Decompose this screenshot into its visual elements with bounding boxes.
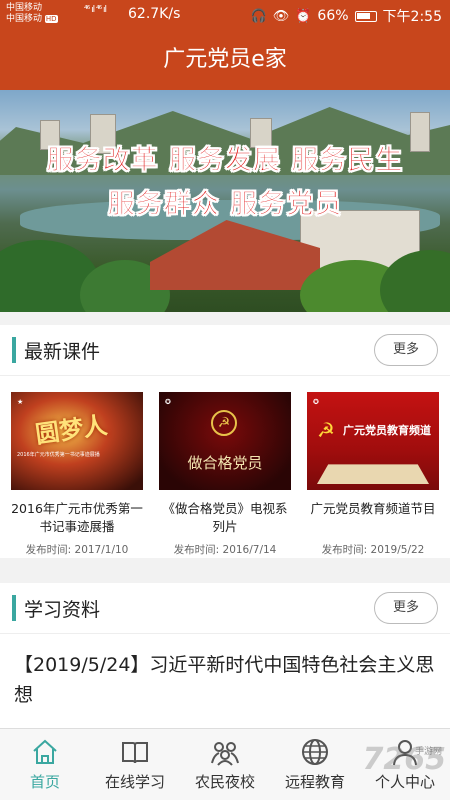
banner-slogan-1: 服务改革 服务发展 服务民生 xyxy=(46,145,404,177)
course-card-2[interactable]: ✪ ☭ 做合格党员 《做合格党员》电视系列片 发布时间: 2016/7/14 xyxy=(159,392,291,557)
courses-header: 最新课件 更多 xyxy=(0,325,450,375)
tab-label: 在线学习 xyxy=(104,773,165,791)
tab-label: 首页 xyxy=(29,773,60,791)
carrier-1: 中国移动 xyxy=(6,3,43,13)
list-item[interactable]: 【2019/5/24】习近平新时代中国特色社会主义思想 xyxy=(14,650,438,710)
headphone-icon: 🎧 xyxy=(250,8,267,24)
section-accent-bar xyxy=(12,595,16,621)
network-speed: 62.7K/s xyxy=(128,6,181,22)
eye-icon: 👁 xyxy=(272,8,290,24)
channel-logo-icon: ✪ xyxy=(165,398,171,406)
thumbnail-calligraphy: 圆梦人 xyxy=(33,410,109,449)
globe-icon xyxy=(302,739,328,765)
status-bar: 中国移动 中国移动 HD ⁴⁶ ıl ⁴⁶ ıl 62.7K/s 🎧 👁 ⏰ 6… xyxy=(0,0,450,30)
clock: 下午2:55 xyxy=(382,9,442,25)
materials-more-button[interactable]: 更多 xyxy=(374,592,438,624)
courses-title: 最新课件 xyxy=(24,341,101,363)
tab-night-school[interactable]: 农民夜校 xyxy=(180,729,270,800)
course-thumbnail[interactable]: ✪ ☭ 广元党员教育频道 xyxy=(307,392,439,490)
course-card-1[interactable]: ★ 圆梦人 2016年广元市优秀第一书记事迹展播 2016年广元市优秀第一书记事… xyxy=(11,392,143,557)
courses-more-button[interactable]: 更多 xyxy=(374,334,438,366)
tab-online-learning[interactable]: 在线学习 xyxy=(90,729,180,800)
party-emblem-icon: ☭ xyxy=(211,410,237,436)
course-thumbnail[interactable]: ✪ ☭ 做合格党员 xyxy=(159,392,291,490)
app-bar: 广元党员e家 xyxy=(0,30,450,90)
tab-label: 农民夜校 xyxy=(194,773,255,791)
section-accent-bar xyxy=(12,337,16,363)
thumbnail-text: 做合格党员 xyxy=(187,454,263,472)
courses-list: ★ 圆梦人 2016年广元市优秀第一书记事迹展播 2016年广元市优秀第一书记事… xyxy=(0,375,450,558)
watermark-caption: 手游网 xyxy=(414,747,442,757)
alarm-icon: ⏰ xyxy=(295,8,312,24)
page-title: 广元党员e家 xyxy=(163,47,287,72)
course-title[interactable]: 《做合格党员》电视系列片 xyxy=(159,500,291,536)
tab-label: 远程教育 xyxy=(284,773,345,791)
tab-remote-education[interactable]: 远程教育 xyxy=(270,729,360,800)
group-icon xyxy=(211,742,239,766)
party-flag-icon: ☭ xyxy=(317,418,335,442)
star-icon: ★ xyxy=(17,398,24,406)
thumbnail-caption: 2016年广元市优秀第一书记事迹展播 xyxy=(17,452,100,458)
tiananmen-gate xyxy=(317,464,429,484)
course-date: 发布时间: 2016/7/14 xyxy=(173,544,277,556)
course-title[interactable]: 2016年广元市优秀第一书记事迹展播 xyxy=(11,500,143,536)
course-title[interactable]: 广元党员教育频道节目 xyxy=(307,500,439,536)
banner-slogan-2: 服务群众 服务党员 xyxy=(107,189,343,221)
tab-home[interactable]: 首页 xyxy=(0,729,90,800)
banner-image[interactable]: 服务改革 服务发展 服务民生 服务群众 服务党员 xyxy=(0,90,450,312)
materials-list: 【2019/5/24】习近平新时代中国特色社会主义思想 xyxy=(0,633,450,728)
materials-header: 学习资料 更多 xyxy=(0,583,450,633)
course-thumbnail[interactable]: ★ 圆梦人 2016年广元市优秀第一书记事迹展播 xyxy=(11,392,143,490)
channel-logo-icon: ✪ xyxy=(313,398,319,406)
network-badge: HD xyxy=(44,15,58,23)
materials-title: 学习资料 xyxy=(24,599,101,621)
battery-icon xyxy=(354,10,377,22)
course-card-3[interactable]: ✪ ☭ 广元党员教育频道 广元党员教育频道节目 发布时间: 2019/5/22 xyxy=(307,392,439,557)
book-icon xyxy=(122,742,148,764)
signal-icon: ⁴⁶ ıl ⁴⁶ ıl xyxy=(84,5,107,15)
course-date: 发布时间: 2019/5/22 xyxy=(321,544,425,556)
carrier-2: 中国移动 xyxy=(6,14,43,24)
course-date: 发布时间: 2017/1/10 xyxy=(25,544,129,556)
home-icon xyxy=(33,739,57,764)
battery-percent: 66% xyxy=(317,8,349,24)
carrier-info: 中国移动 中国移动 HD xyxy=(6,3,58,25)
thumbnail-text: 广元党员教育频道 xyxy=(343,424,431,437)
